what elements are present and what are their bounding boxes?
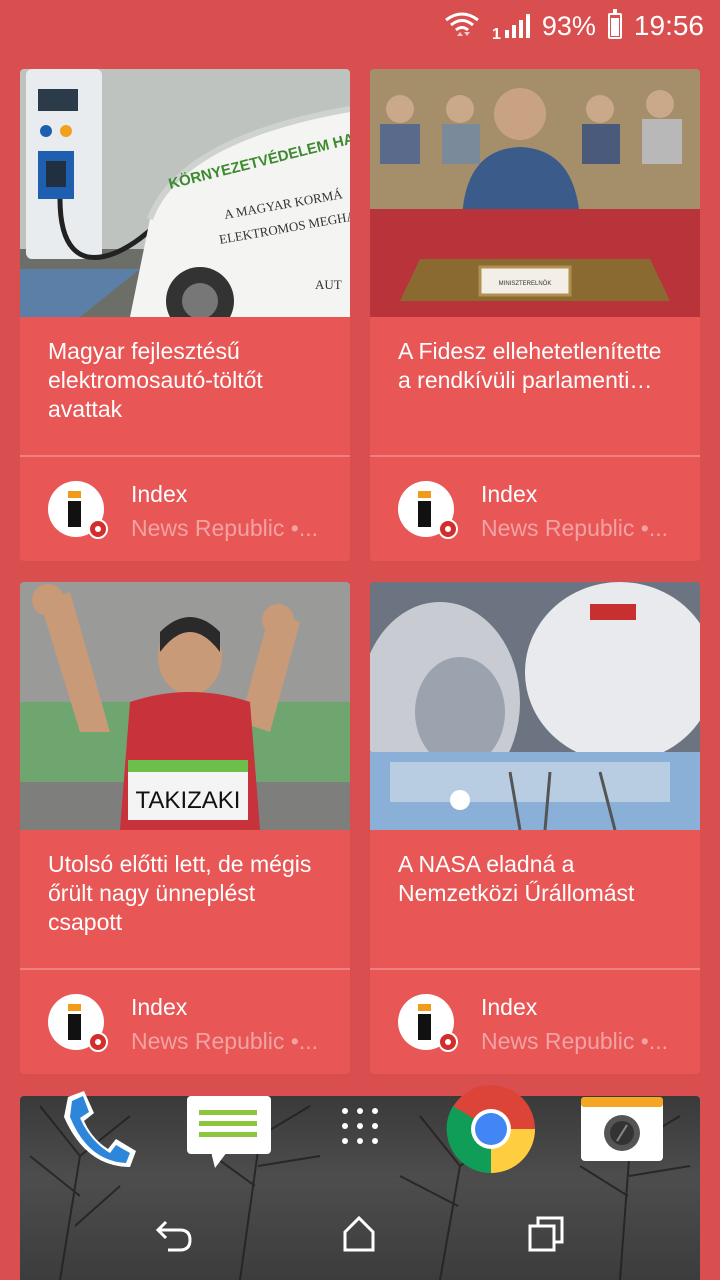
news-image-ev-charger: KÖRNYEZETVÉDELEM HAJTJA A MAGYAR KORMÁ E… xyxy=(20,69,350,317)
status-bar: 1 93% 19:56 xyxy=(0,0,720,52)
news-card[interactable]: A NASA eladná a Nemzetközi Űrállomást In… xyxy=(370,582,700,1074)
source-provider: News Republic •... xyxy=(481,515,669,541)
car-text-line-4: AUT xyxy=(315,277,342,292)
news-republic-badge-icon xyxy=(438,519,458,539)
news-republic-badge-icon xyxy=(438,1032,458,1052)
bib-text: TAKIZAKI xyxy=(136,787,241,814)
battery-percent: 93% xyxy=(541,10,596,41)
card-divider xyxy=(20,455,350,457)
card-title: A NASA eladná a Nemzetközi Űrállomást xyxy=(398,851,635,906)
chrome-icon[interactable] xyxy=(446,1084,536,1174)
news-republic-badge-icon xyxy=(88,1032,108,1052)
news-card[interactable]: MINISZTERELNÖK A Fidesz ellehetetlenítet… xyxy=(370,69,700,561)
card-title: Magyar fejlesztésű elektromosautó-töltőt… xyxy=(48,338,263,422)
news-card[interactable]: KÖRNYEZETVÉDELEM HAJTJA A MAGYAR KORMÁ E… xyxy=(20,69,350,561)
index-logo-icon xyxy=(48,481,108,539)
source-name: Index xyxy=(481,481,538,507)
card-title: Utolsó előtti lett, de mégis őrült nagy … xyxy=(48,851,312,935)
news-image-parliament: MINISZTERELNÖK xyxy=(370,69,700,317)
signal-icon xyxy=(504,14,530,38)
source-name: Index xyxy=(131,994,188,1020)
index-logo-icon xyxy=(398,481,458,539)
app-drawer-icon[interactable] xyxy=(340,1106,380,1146)
card-divider xyxy=(370,455,700,457)
card-title: A Fidesz ellehetetlenítette a rendkívüli… xyxy=(398,338,662,393)
index-logo-icon xyxy=(398,994,458,1052)
phone-icon[interactable] xyxy=(56,1087,140,1171)
source-provider: News Republic •... xyxy=(131,1028,319,1054)
news-card[interactable]: TAKIZAKI Utolsó előtti lett, de mégis őr… xyxy=(20,582,350,1074)
camera-icon[interactable] xyxy=(581,1097,663,1161)
recents-icon[interactable] xyxy=(524,1212,568,1256)
home-icon[interactable] xyxy=(337,1212,381,1256)
source-provider: News Republic •... xyxy=(131,515,319,541)
wifi-icon xyxy=(445,12,479,36)
battery-icon xyxy=(607,9,622,39)
index-logo-icon xyxy=(48,994,108,1052)
source-provider: News Republic •... xyxy=(481,1028,669,1054)
news-republic-badge-icon xyxy=(88,519,108,539)
back-icon[interactable] xyxy=(152,1212,196,1256)
news-image-runner: TAKIZAKI xyxy=(20,582,350,830)
news-image-space-station xyxy=(370,582,700,830)
card-divider xyxy=(370,968,700,970)
signal-label: 1 xyxy=(491,26,501,43)
nameplate-text: MINISZTERELNÖK xyxy=(499,280,552,287)
clock: 19:56 xyxy=(633,10,704,41)
source-name: Index xyxy=(481,994,538,1020)
messages-icon[interactable] xyxy=(187,1096,271,1170)
source-name: Index xyxy=(131,481,188,507)
card-divider xyxy=(20,968,350,970)
